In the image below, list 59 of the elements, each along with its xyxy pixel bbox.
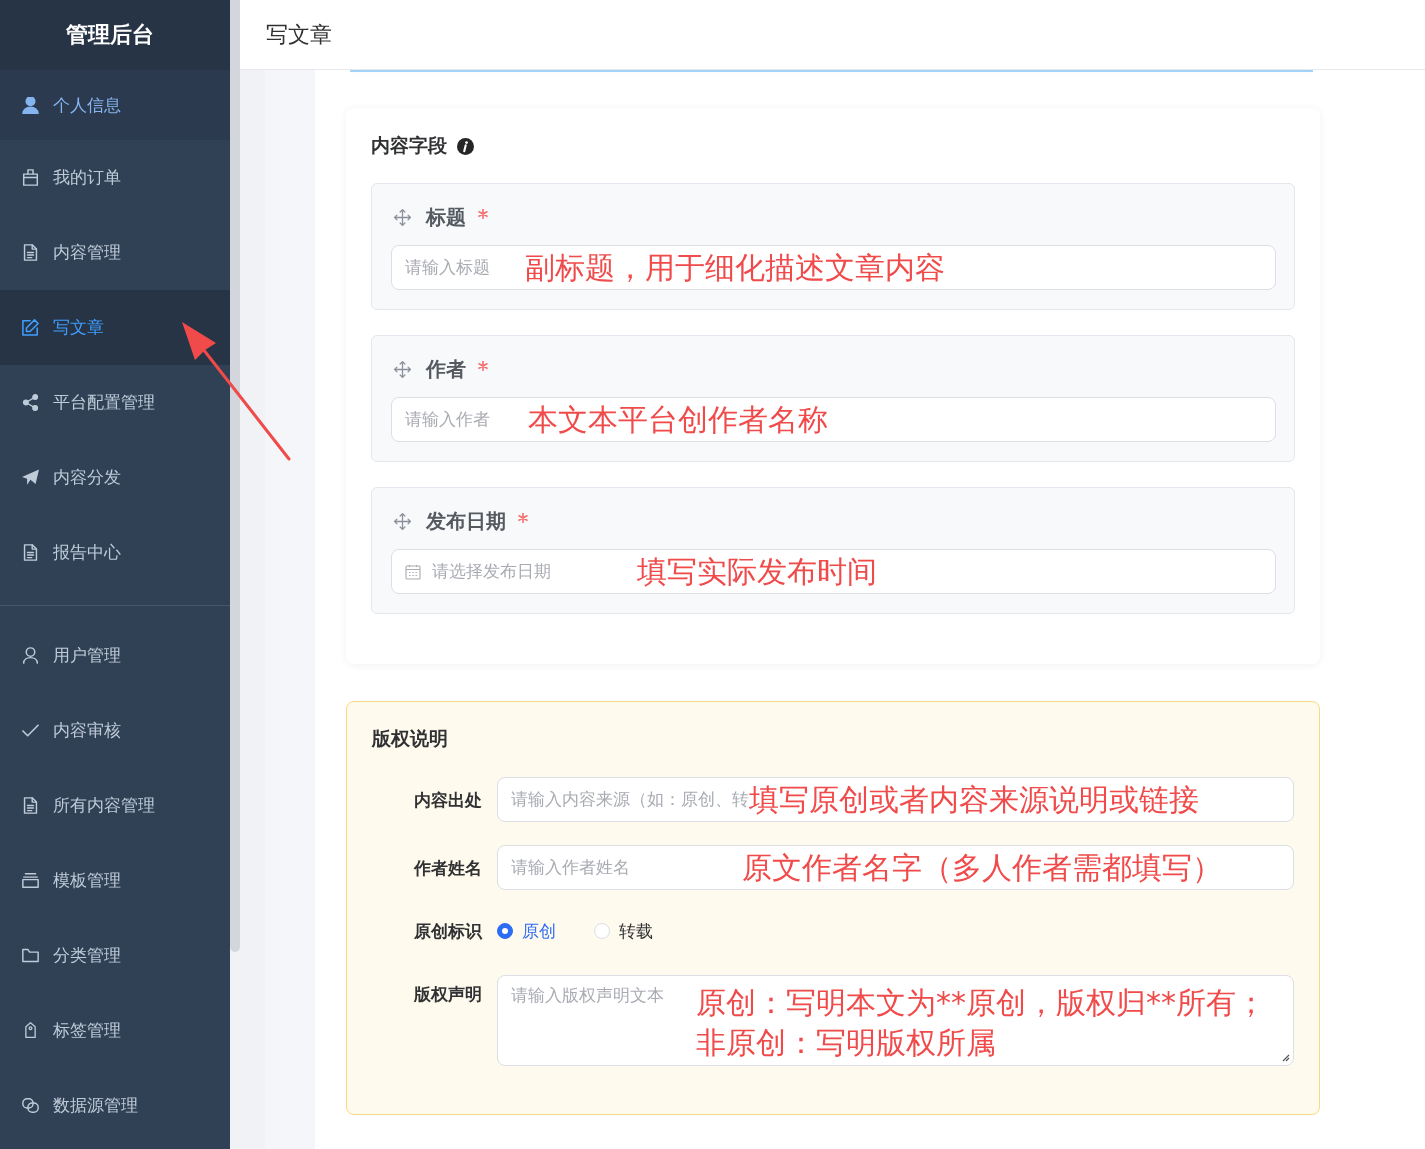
paper-plane-icon bbox=[22, 469, 39, 486]
annotation-text: 填写实际发布时间 bbox=[637, 554, 877, 589]
sidebar-item[interactable]: 数据源管理 bbox=[0, 1068, 230, 1143]
sidebar-item[interactable]: 个人信息 bbox=[0, 70, 230, 140]
user-icon bbox=[22, 647, 39, 664]
document-icon bbox=[22, 797, 39, 814]
sidebar-item[interactable]: 平台配置管理 bbox=[0, 365, 230, 440]
sidebar-item[interactable]: 内容分发 bbox=[0, 440, 230, 515]
calendar-icon bbox=[405, 563, 421, 580]
info-icon[interactable] bbox=[457, 137, 474, 155]
sidebar-item[interactable]: 标签管理 bbox=[0, 993, 230, 1068]
sidebar-item[interactable]: 内容审核 bbox=[0, 693, 230, 768]
sidebar-item[interactable]: 我的订单 bbox=[0, 140, 230, 215]
document-icon bbox=[22, 244, 39, 261]
page-title: 写文章 bbox=[266, 20, 332, 49]
edit-icon bbox=[22, 319, 39, 336]
check-icon bbox=[22, 722, 39, 739]
sidebar-item[interactable]: 报告中心 bbox=[0, 515, 230, 590]
radio-option[interactable]: 转载 bbox=[594, 919, 653, 943]
sidebar-item[interactable]: 模板管理 bbox=[0, 843, 230, 918]
bag-icon bbox=[22, 169, 39, 186]
input-field[interactable]: 请选择发布日期 填写实际发布时间 bbox=[391, 549, 1276, 594]
form-label: 原创标识 bbox=[413, 920, 482, 943]
radio-option[interactable]: 原创 bbox=[497, 919, 556, 943]
input-field[interactable]: 请输入标题 副标题，用于细化描述文章内容 bbox=[391, 245, 1276, 290]
field-label: 标题 bbox=[426, 203, 466, 231]
annotation-text: 填写原创或者内容来源说明或链接 bbox=[749, 782, 1199, 817]
sidebar-title: 管理后台 bbox=[0, 0, 230, 70]
link-icon bbox=[22, 1097, 39, 1114]
move-icon[interactable] bbox=[393, 511, 412, 531]
share-icon bbox=[22, 394, 39, 411]
person-icon bbox=[22, 96, 39, 114]
sidebar-item[interactable]: 写文章 bbox=[0, 290, 230, 365]
resize-handle-icon[interactable] bbox=[1282, 1054, 1290, 1062]
document-icon bbox=[22, 544, 39, 561]
annotation-text: 原创：写明本文为**原创，版权归**所有； 非原创：写明版权所属 bbox=[696, 984, 1266, 1062]
sidebar-item[interactable]: 所有内容管理 bbox=[0, 768, 230, 843]
field-label: 发布日期 bbox=[426, 507, 506, 535]
scrollbar-thumb[interactable] bbox=[230, 0, 240, 952]
section-title: 版权说明 bbox=[372, 726, 448, 751]
section-title: 内容字段 bbox=[371, 133, 447, 158]
sidebar-item[interactable]: 分类管理 bbox=[0, 918, 230, 993]
form-label: 版权声明 bbox=[413, 983, 482, 1006]
move-icon[interactable] bbox=[393, 359, 412, 379]
input-field[interactable]: 请输入作者姓名 原文作者名字（多人作者需都填写） bbox=[497, 845, 1294, 890]
input-field[interactable]: 请输入作者 本文本平台创作者名称 bbox=[391, 397, 1276, 442]
annotation-text: 原文作者名字（多人作者需都填写） bbox=[742, 850, 1222, 885]
sidebar-item[interactable]: 内容管理 bbox=[0, 215, 230, 290]
move-icon[interactable] bbox=[393, 207, 412, 227]
folder-icon bbox=[22, 947, 39, 964]
annotation-text: 本文本平台创作者名称 bbox=[528, 402, 828, 437]
textarea-field[interactable]: 请输入版权声明文本 原创：写明本文为**原创，版权归**所有； 非原创：写明版权所属 bbox=[497, 975, 1294, 1066]
sidebar-item[interactable]: 用户管理 bbox=[0, 618, 230, 693]
tag-icon bbox=[22, 1022, 39, 1039]
annotation-text: 副标题，用于细化描述文章内容 bbox=[525, 250, 945, 285]
form-label: 作者姓名 bbox=[412, 856, 482, 880]
form-label: 内容出处 bbox=[413, 788, 482, 812]
tray-icon bbox=[22, 872, 39, 889]
field-label: 作者 bbox=[426, 355, 466, 383]
